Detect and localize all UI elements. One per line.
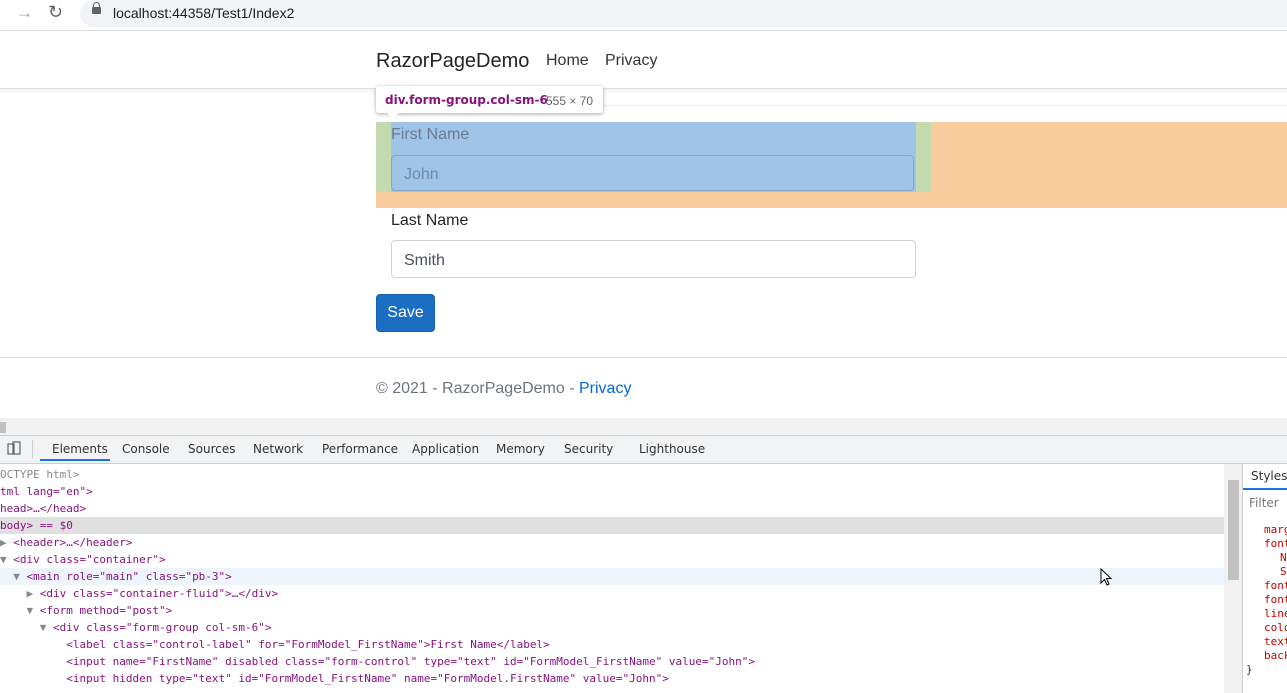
last-name-label: Last Name	[391, 212, 469, 229]
dom-node[interactable]: ▶ <header>…</header>	[0, 534, 1224, 551]
dom-node[interactable]: ▼ <main role="main" class="pb-3">	[0, 568, 1224, 585]
dom-text: <input hidden type="text" id="FormModel_…	[66, 672, 669, 685]
dom-node[interactable]: ▼ <div class="container">	[0, 551, 1224, 568]
tooltip-arrow	[386, 112, 400, 119]
tooltip-element-name: div.form-group.col-sm-6	[385, 93, 548, 107]
tab-sources[interactable]: Sources	[188, 442, 235, 456]
dom-node[interactable]: head>…</head>	[0, 500, 1224, 517]
style-property[interactable]: S	[1280, 565, 1287, 578]
last-name-value[interactable]: Smith	[404, 252, 445, 270]
dom-text: <label class="control-label" for="FormMo…	[66, 638, 550, 651]
tab-styles[interactable]: Styles	[1251, 469, 1287, 483]
active-tab-indicator	[1243, 488, 1287, 490]
save-button[interactable]: Save	[376, 294, 435, 332]
tab-console[interactable]: Console	[122, 442, 170, 456]
last-name-input[interactable]	[391, 240, 916, 278]
site-brand[interactable]: RazorPageDemo	[376, 50, 529, 73]
style-property[interactable]: text	[1264, 635, 1287, 648]
expand-arrow-icon[interactable]: ▶	[0, 587, 40, 600]
collapse-arrow-icon[interactable]: ▼	[0, 570, 27, 583]
style-property[interactable]: font	[1264, 593, 1287, 606]
lock-icon[interactable]	[92, 2, 101, 14]
style-property[interactable]: marg	[1264, 523, 1287, 536]
dom-text: body> == $0	[0, 519, 73, 532]
footer-border	[0, 357, 1287, 358]
first-name-label: First Name	[391, 126, 470, 143]
styles-filter-input[interactable]: Filter	[1249, 496, 1279, 510]
tab-memory[interactable]: Memory	[496, 442, 545, 456]
dom-text: <form method="post">	[39, 604, 173, 617]
dom-node[interactable]: tml lang="en">	[0, 483, 1224, 500]
collapse-arrow-icon[interactable]: ▼	[0, 553, 13, 566]
dom-node[interactable]: ▼ <div class="form-group col-sm-6">	[0, 619, 1224, 636]
footer: © 2021 - RazorPageDemo - Privacy	[376, 380, 631, 398]
expand-arrow-icon[interactable]: ▶	[0, 536, 13, 549]
active-tab-indicator	[40, 459, 110, 461]
dom-node[interactable]: <input name="FirstName" disabled class="…	[0, 653, 1224, 670]
tab-security[interactable]: Security	[564, 442, 613, 456]
tab-application[interactable]: Application	[412, 442, 479, 456]
nav-privacy-link[interactable]: Privacy	[605, 52, 657, 70]
dom-text: OCTYPE html>	[0, 468, 80, 481]
tab-lighthouse[interactable]: Lighthouse	[639, 442, 705, 456]
tooltip-size: 555 × 70	[546, 94, 594, 108]
mouse-cursor-icon	[1100, 568, 1113, 586]
device-toolbar-icon[interactable]	[7, 441, 21, 455]
dom-node[interactable]: ▶ <div class="container-fluid">…</div>	[0, 585, 1224, 602]
style-property[interactable]: back	[1264, 649, 1287, 662]
tab-elements[interactable]: Elements	[52, 442, 108, 456]
style-property[interactable]: N	[1280, 551, 1287, 564]
dom-text: head>…</head>	[0, 502, 87, 515]
forward-icon[interactable]: →	[16, 3, 33, 23]
collapse-arrow-icon[interactable]: ▼	[0, 604, 40, 617]
nav-home-link[interactable]: Home	[546, 52, 589, 70]
dom-text: <div class="container">	[13, 553, 166, 566]
style-property[interactable]: font	[1264, 537, 1287, 550]
url-text[interactable]: localhost:44358/Test1/Index2	[113, 5, 294, 21]
header-shadow	[0, 89, 1287, 93]
divider	[32, 440, 33, 458]
scrollbar-thumb[interactable]	[1228, 480, 1239, 580]
footer-privacy-link[interactable]: Privacy	[579, 380, 631, 397]
tab-network[interactable]: Network	[253, 442, 303, 456]
dom-text: <div class="container-fluid">…</div>	[39, 587, 279, 600]
tab-performance[interactable]: Performance	[322, 442, 398, 456]
dom-text: <input name="FirstName" disabled class="…	[66, 655, 755, 668]
dom-text: tml lang="en">	[0, 485, 93, 498]
dom-node[interactable]: <label class="control-label" for="FormMo…	[0, 636, 1224, 653]
first-name-input	[391, 155, 914, 191]
first-name-value: John	[404, 166, 439, 183]
dom-node-selected[interactable]: body> == $0	[0, 517, 1224, 534]
dom-node[interactable]: OCTYPE html>	[0, 466, 1224, 483]
reload-icon[interactable]: ↻	[48, 2, 63, 23]
dom-text: <main role="main" class="pb-3">	[26, 570, 232, 583]
style-property[interactable]: font	[1264, 579, 1287, 592]
scrollbar-thumb[interactable]	[0, 422, 6, 433]
style-property[interactable]: line	[1264, 607, 1287, 620]
style-property[interactable]: colo	[1264, 621, 1287, 634]
collapse-arrow-icon[interactable]: ▼	[0, 621, 53, 634]
elements-panel[interactable]: OCTYPE html> tml lang="en"> head>…</head…	[0, 464, 1224, 693]
footer-text: © 2021 - RazorPageDemo -	[376, 380, 579, 397]
divider	[600, 105, 1287, 106]
horizontal-scrollbar[interactable]	[0, 418, 1287, 435]
dom-node[interactable]: ▼ <form method="post">	[0, 602, 1224, 619]
dom-node[interactable]: <input hidden type="text" id="FormModel_…	[0, 670, 1224, 687]
dom-text: <div class="form-group col-sm-6">	[52, 621, 272, 634]
style-rule-close: }	[1246, 663, 1253, 676]
divider	[0, 30, 1287, 31]
dom-text: <header>…</header>	[13, 536, 133, 549]
